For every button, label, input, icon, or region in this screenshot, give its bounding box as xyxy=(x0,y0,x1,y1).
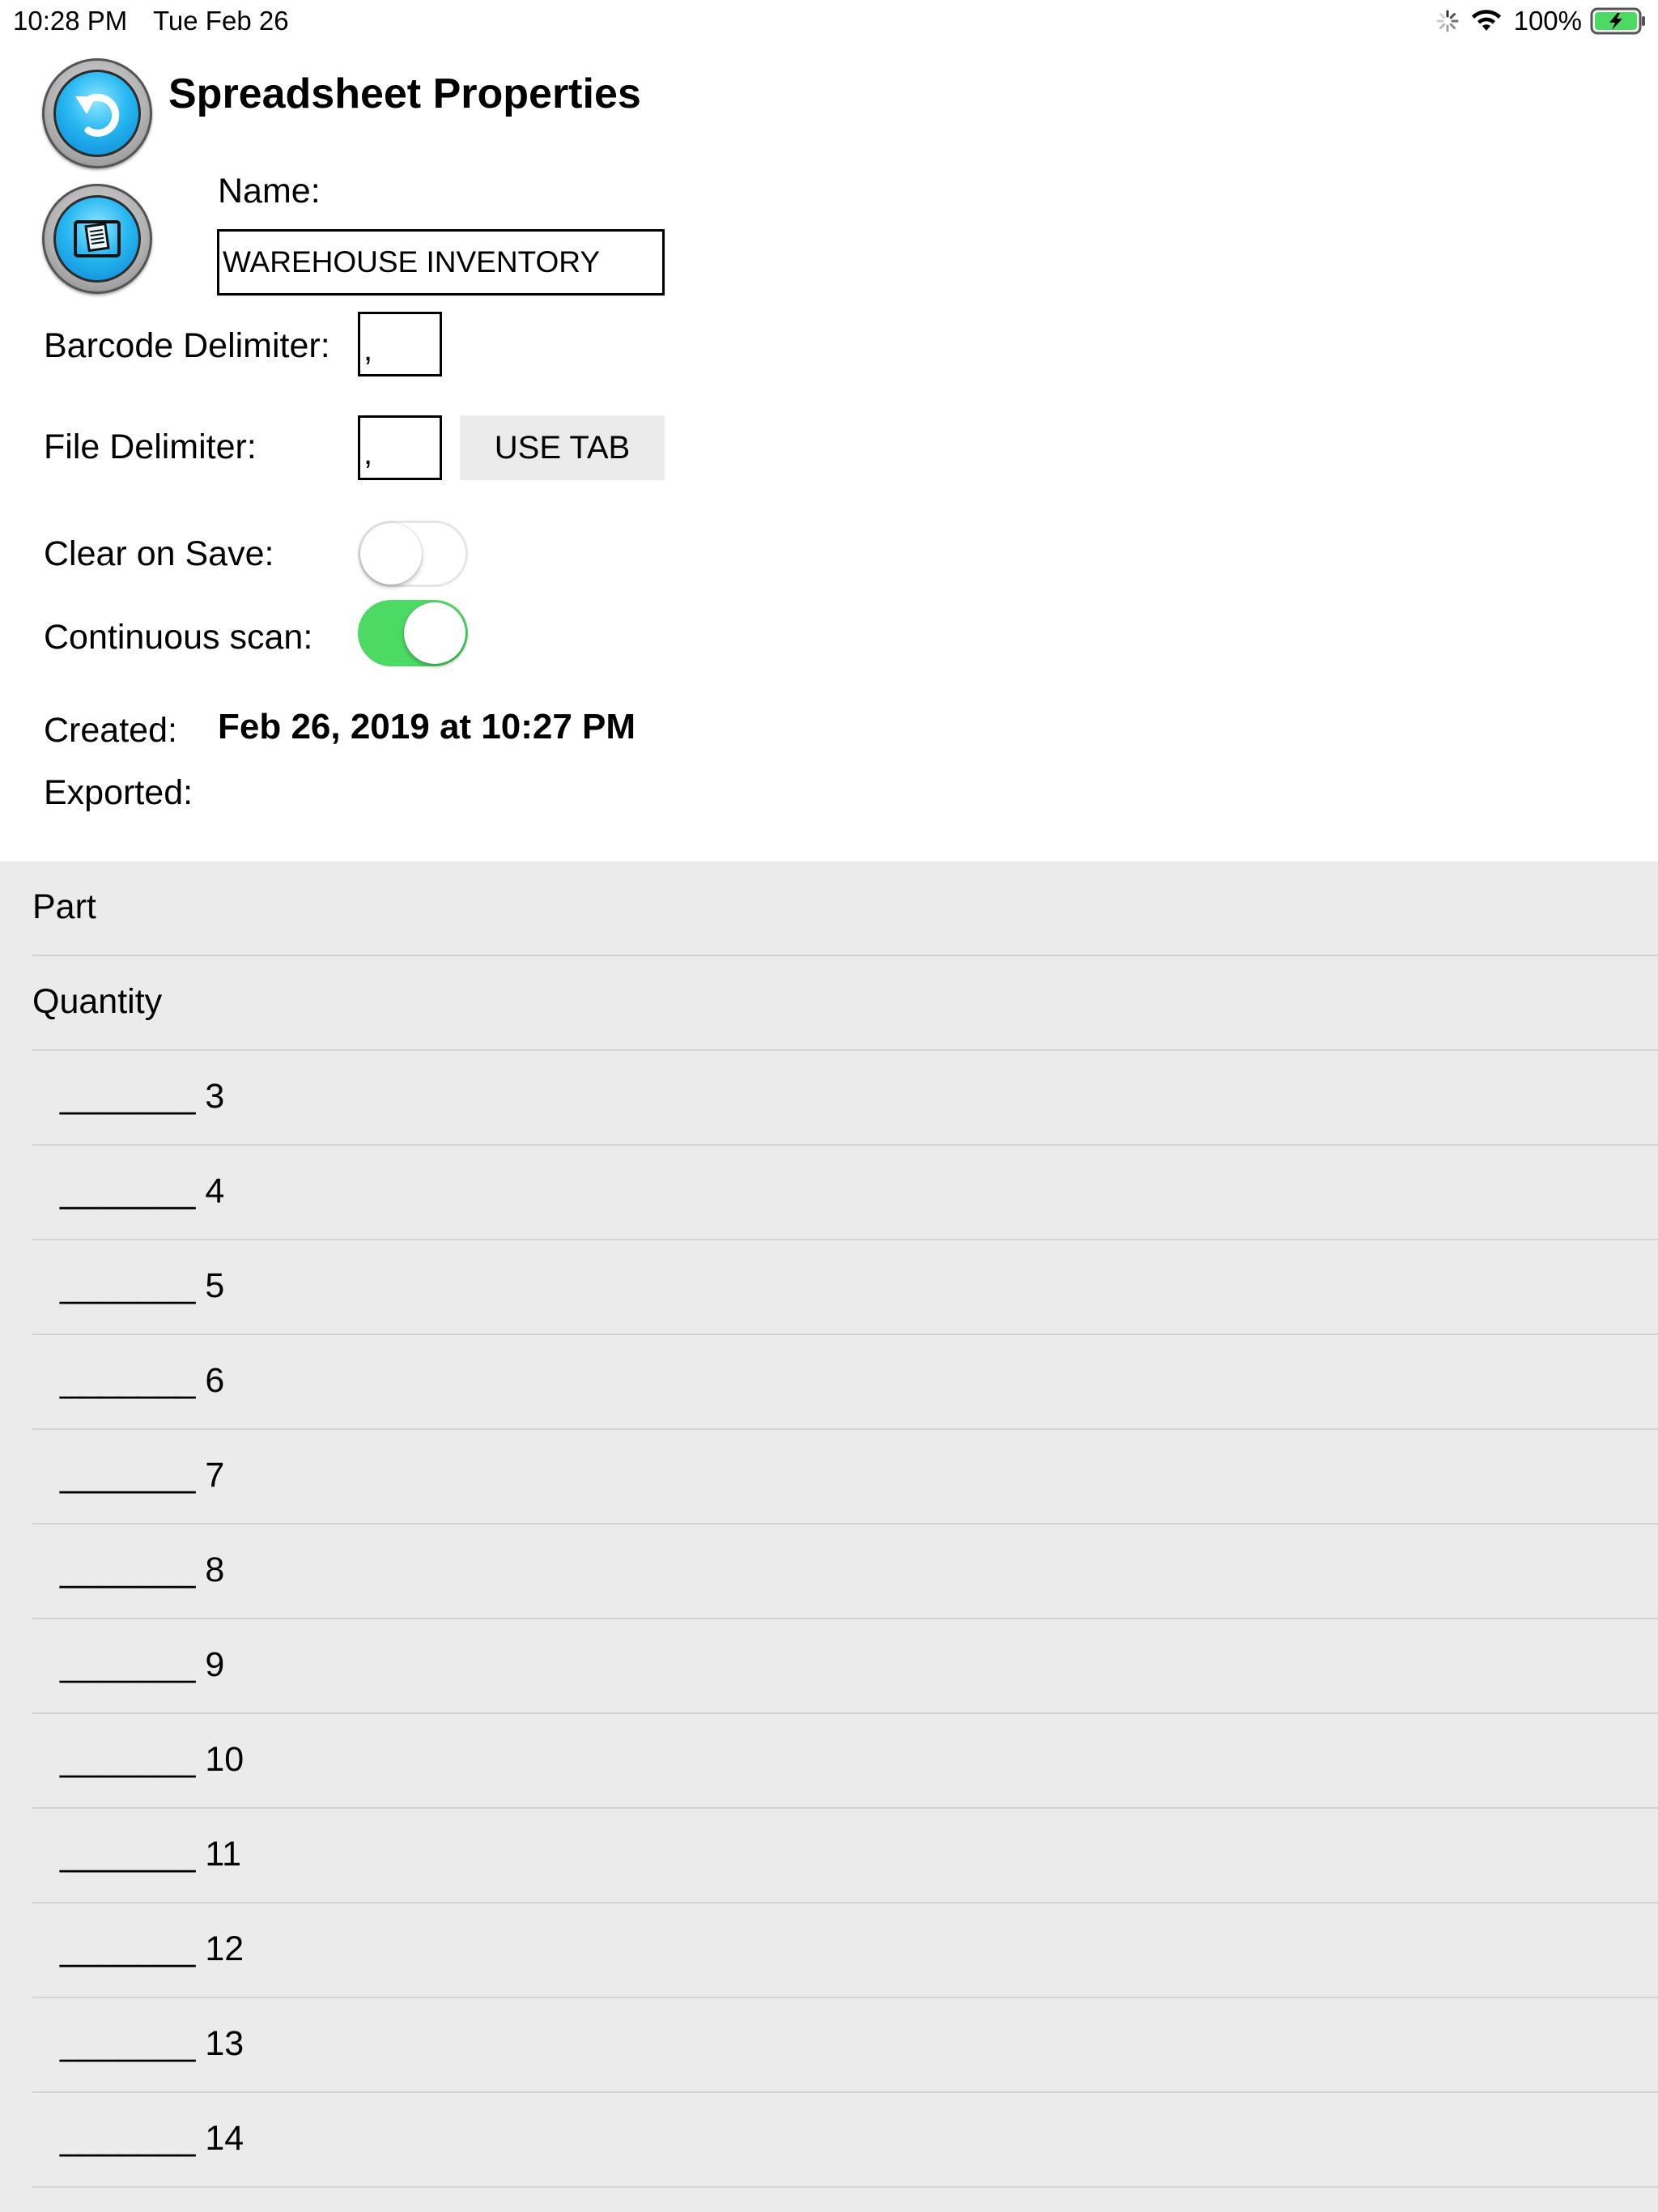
list-item[interactable]: _______ 14 xyxy=(32,2093,1658,2188)
exported-label: Exported: xyxy=(44,773,193,812)
toggle-knob xyxy=(360,523,422,585)
list-item[interactable]: Quantity xyxy=(32,956,1658,1051)
list-item[interactable]: _______ 11 xyxy=(32,1809,1658,1904)
clear-on-save-label: Clear on Save: xyxy=(44,534,274,573)
name-label: Name: xyxy=(218,172,321,211)
list-item[interactable]: _______ 12 xyxy=(32,1904,1658,1998)
list-item[interactable]: _______ 5 xyxy=(32,1240,1658,1335)
battery-charging-icon xyxy=(1590,7,1645,35)
file-delimiter-label: File Delimiter: xyxy=(44,428,257,466)
name-input[interactable] xyxy=(217,229,665,296)
list-item[interactable]: _______ 10 xyxy=(32,1714,1658,1809)
activity-spinner-icon xyxy=(1436,10,1459,32)
barcode-delimiter-input[interactable] xyxy=(358,312,442,376)
continuous-scan-toggle[interactable] xyxy=(358,600,468,666)
column-list: Part Quantity _______ 3 _______ 4 _______ 5 _… xyxy=(0,861,1658,2212)
list-item[interactable]: _______ 13 xyxy=(32,1998,1658,2093)
list-item-label: _______ 10 xyxy=(60,1740,244,1779)
use-tab-button[interactable]: USE TAB xyxy=(460,415,665,480)
battery-percent: 100% xyxy=(1513,6,1582,36)
created-value: Feb 26, 2019 at 10:27 PM xyxy=(218,707,636,747)
export-button[interactable] xyxy=(42,184,152,294)
list-item-label: Part xyxy=(32,887,96,926)
list-item-label: _______ 14 xyxy=(60,2119,244,2158)
list-item-label: _______ 13 xyxy=(60,2024,244,2063)
status-indicators: 100% xyxy=(1436,5,1647,37)
export-document-icon xyxy=(53,195,141,283)
list-item-label: Quantity xyxy=(32,982,163,1021)
clear-on-save-toggle[interactable] xyxy=(358,521,468,587)
wifi-icon xyxy=(1471,10,1501,31)
back-arrow-icon xyxy=(53,70,141,157)
list-item[interactable]: _______ 9 xyxy=(32,1619,1658,1714)
list-item[interactable]: _______ 4 xyxy=(32,1146,1658,1240)
list-item-label: _______ 11 xyxy=(60,1835,241,1874)
status-date: Tue Feb 26 xyxy=(153,6,289,36)
list-item[interactable]: _______ 7 xyxy=(32,1430,1658,1525)
list-item[interactable]: _______ 8 xyxy=(32,1525,1658,1619)
file-delimiter-input[interactable] xyxy=(358,415,442,480)
back-button[interactable] xyxy=(42,58,152,168)
continuous-scan-label: Continuous scan: xyxy=(44,618,313,657)
page-title: Spreadsheet Properties xyxy=(168,70,641,117)
list-item-label: _______ 4 xyxy=(60,1172,225,1210)
list-item-label: _______ 3 xyxy=(60,1077,225,1116)
list-item-label: _______ 8 xyxy=(60,1551,225,1589)
list-item[interactable]: _______ 6 xyxy=(32,1335,1658,1430)
list-item-label: _______ 6 xyxy=(60,1361,225,1400)
list-item[interactable]: Part xyxy=(32,861,1658,956)
list-item-label: _______ 5 xyxy=(60,1266,225,1305)
list-item[interactable]: _______ 3 xyxy=(32,1051,1658,1146)
list-item-label: _______ 9 xyxy=(60,1645,225,1684)
barcode-delimiter-label: Barcode Delimiter: xyxy=(44,326,330,365)
list-item-label: _______ 12 xyxy=(60,1929,244,1968)
toggle-knob xyxy=(404,602,466,664)
list-item-label: _______ 7 xyxy=(60,1456,225,1495)
created-label: Created: xyxy=(44,711,177,750)
status-time: 10:28 PM xyxy=(13,6,128,36)
status-bar: 10:28 PM Tue Feb 26 100% xyxy=(0,0,1658,42)
